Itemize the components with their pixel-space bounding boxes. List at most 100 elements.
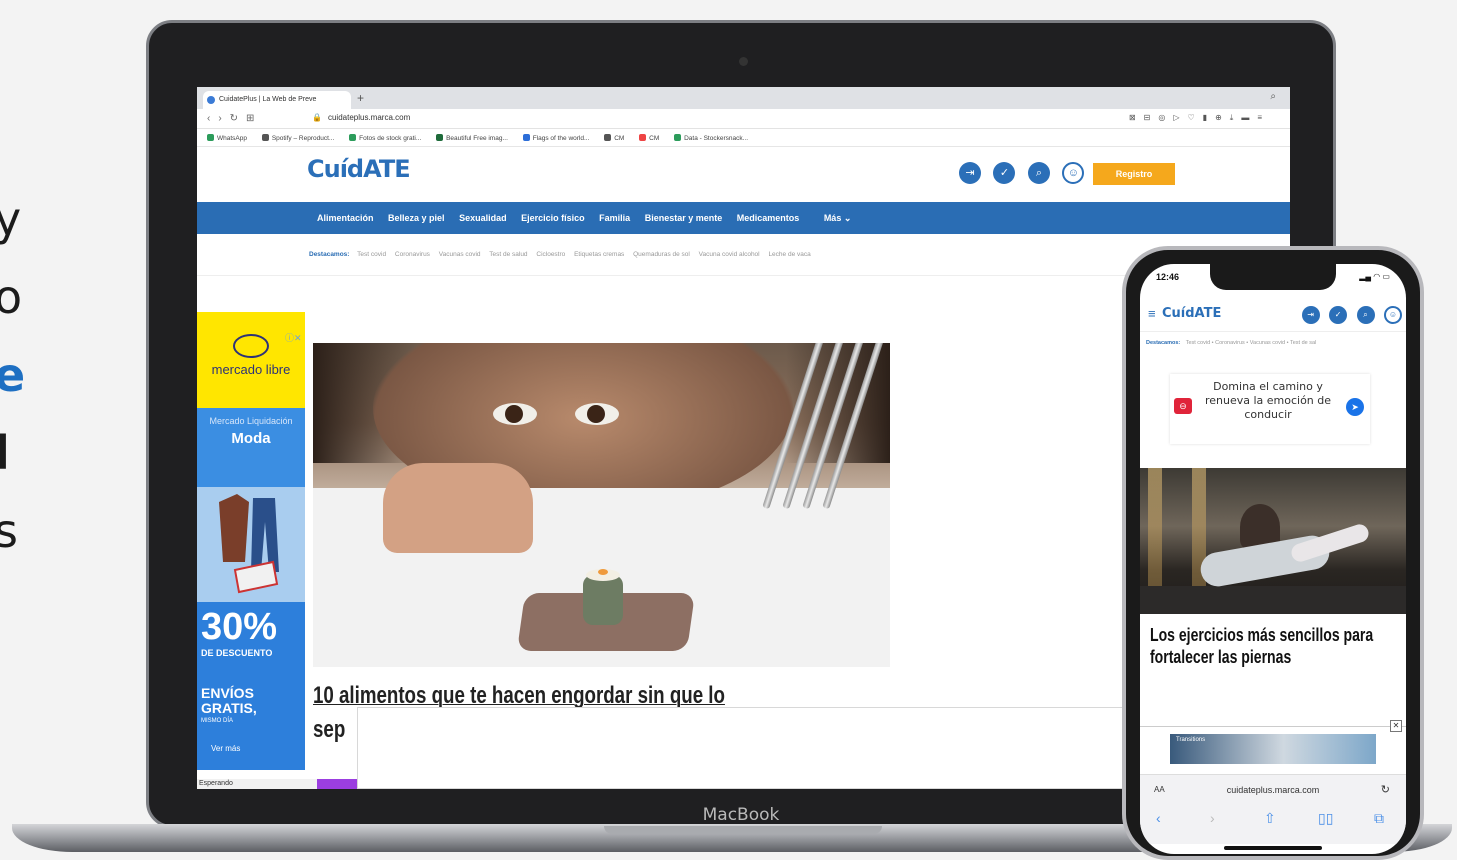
highlights-label: Destacamos:	[309, 251, 350, 258]
nav-item-bienestar[interactable]: Bienestar y mente	[645, 213, 723, 223]
user-icon[interactable]: ☺	[1384, 306, 1402, 324]
phone-banner-ad[interactable]: Transitions	[1170, 734, 1376, 764]
back-icon[interactable]: ‹	[1156, 810, 1161, 826]
browser-address-bar: ‹›↻⊞ 🔒 cuidateplus.marca.com ⊠⊟◎▷♡▮⊕⤓▬≡	[197, 109, 1290, 129]
hero-image[interactable]	[313, 343, 890, 667]
share-icon[interactable]: ⇧	[1264, 810, 1276, 827]
login-icon[interactable]: ⇥	[1301, 306, 1320, 324]
left-text-line-1: y	[0, 192, 22, 246]
tabs-icon[interactable]: ⧉	[1374, 810, 1384, 827]
nav-item-more[interactable]: Más ⌄	[824, 213, 864, 223]
url-text: cuidateplus.marca.com	[327, 113, 411, 122]
check-icon[interactable]: ✓	[993, 162, 1016, 184]
bookmark-whatsapp[interactable]: WhatsApp	[207, 134, 247, 142]
browser-nav-buttons[interactable]: ‹›↻⊞	[207, 113, 262, 124]
bookmark-icon	[436, 134, 444, 141]
phone-url-bar[interactable]: AA cuidateplus.marca.com ↻	[1140, 774, 1406, 804]
search-icon[interactable]: ⌕	[1027, 162, 1050, 184]
hamburger-menu-icon[interactable]: ≡	[1148, 306, 1156, 321]
phone-highlights-links[interactable]: Test covid • Coronavirus • Vacunas covid…	[1186, 340, 1317, 346]
ad-category: Moda	[231, 430, 271, 447]
mockup-stage: y o e l s CuidatePlus | La Web de Preve …	[0, 0, 1457, 860]
highlight-link[interactable]: Coronavirus	[395, 251, 430, 258]
phone-highlights-label: Destacamos:	[1146, 340, 1181, 346]
new-tab-button[interactable]: +	[357, 91, 364, 105]
tab-search-icon[interactable]: ⌕	[1270, 91, 1276, 102]
highlights-bar: Destacamos: Test covid Coronavirus Vacun…	[197, 234, 1290, 276]
bookmarks-icon[interactable]: ▯▯	[1318, 810, 1333, 827]
nav-item-ejercicio[interactable]: Ejercicio físico	[521, 213, 585, 223]
bookmark-spotify[interactable]: Spotify – Reproduct...	[261, 134, 334, 142]
nav-item-alimentacion[interactable]: Alimentación	[317, 213, 374, 223]
forward-icon[interactable]: ›	[1210, 810, 1215, 826]
phone-article-image[interactable]	[1140, 468, 1406, 614]
left-text-line-4: l	[0, 426, 10, 480]
phone-time: 12:46	[1156, 272, 1180, 282]
highlight-link[interactable]: Etiquetas cremas	[574, 251, 624, 258]
highlight-link[interactable]: Leche de vaca	[768, 251, 810, 258]
site-nav-menu: Alimentación Belleza y piel Sexualidad E…	[197, 202, 1290, 234]
highlight-link[interactable]: Vacuna covid alcohol	[699, 251, 760, 258]
check-icon[interactable]: ✓	[1329, 306, 1348, 324]
bookmark-flags[interactable]: Flags of the world...	[522, 134, 589, 142]
phone-ad[interactable]: ⊖ Domina el camino y renueva la emoción …	[1170, 374, 1370, 444]
ad-cta-button[interactable]: Ver más	[211, 744, 240, 753]
highlight-link[interactable]: Test de salud	[489, 251, 527, 258]
ad-close-icon[interactable]: ⓘ✕	[285, 331, 302, 344]
hero-eye-left	[493, 403, 537, 425]
highlight-link[interactable]: Vacunas covid	[439, 251, 481, 258]
tab-title: CuidatePlus | La Web de Preve	[219, 96, 317, 103]
phone-ad-text: Domina el camino y renueva la emoción de…	[1204, 380, 1332, 421]
ad-shipping: ENVÍOS GRATIS,	[201, 685, 257, 716]
left-text-line-3: e	[0, 348, 26, 402]
bookmark-free-images[interactable]: Beautiful Free imag...	[436, 134, 508, 142]
phone-article-title[interactable]: Los ejercicios más sencillos para fortal…	[1150, 624, 1384, 668]
bookmark-data[interactable]: Data - Stockersnack...	[674, 134, 748, 142]
phone-site-logo[interactable]: CuídATE	[1162, 306, 1221, 321]
bookmark-icon	[522, 134, 530, 141]
car-brand-logo-icon: ⊖	[1174, 398, 1192, 414]
hero-fingers	[383, 463, 533, 553]
site-logo[interactable]: CuídATE	[307, 155, 411, 183]
nav-item-sexualidad[interactable]: Sexualidad	[459, 213, 507, 223]
login-icon[interactable]: ⇥	[959, 162, 981, 184]
hero-sushi	[583, 569, 623, 625]
directions-arrow-icon[interactable]: ➤	[1346, 398, 1364, 416]
phone-header-icons: ⇥ ✓ ⌕ ☺	[1297, 304, 1402, 324]
home-indicator[interactable]	[1224, 846, 1322, 850]
bookmark-icon	[639, 134, 647, 141]
phone-url-text[interactable]: cuidateplus.marca.com	[1140, 785, 1406, 795]
bookmark-cm-2[interactable]: CM	[639, 134, 659, 142]
highlight-link[interactable]: Test covid	[357, 251, 386, 258]
photo-mat	[1140, 586, 1406, 614]
bookmark-cm-1[interactable]: CM	[604, 134, 624, 142]
ad-same-day: MISMO DÍA	[201, 718, 234, 724]
purple-strip	[313, 779, 357, 789]
clothing-illustration-icon	[219, 494, 279, 594]
mercado-libre-ad[interactable]: mercado libre Mercado Liquidación Moda 3…	[197, 312, 305, 770]
phone-highlights-bar: Destacamos: Test covid • Coronavirus • V…	[1146, 340, 1316, 346]
reload-icon[interactable]: ↻	[1381, 783, 1390, 796]
bookmark-icon	[349, 134, 357, 141]
browser-tab[interactable]: CuidatePlus | La Web de Preve	[203, 91, 351, 109]
url-field[interactable]: 🔒 cuidateplus.marca.com	[312, 113, 410, 122]
phone-browser-toolbar: ‹ › ⇧ ▯▯ ⧉	[1140, 804, 1406, 844]
nav-item-belleza[interactable]: Belleza y piel	[388, 213, 445, 223]
ad-discount-label: DE DESCUENTO	[201, 648, 273, 658]
close-icon[interactable]: ✕	[1390, 720, 1402, 732]
user-icon[interactable]: ☺	[1062, 162, 1085, 184]
search-icon[interactable]: ⌕	[1356, 306, 1375, 324]
bookmarks-bar: WhatsApp Spotify – Reproduct... Fotos de…	[197, 129, 1290, 147]
highlight-link[interactable]: Quemaduras de sol	[633, 251, 690, 258]
bookmark-stock-photos[interactable]: Fotos de stock grati...	[349, 134, 421, 142]
header-icons: ⇥ ✓ ⌕ ☺	[959, 162, 1092, 184]
nav-item-familia[interactable]: Familia	[599, 213, 630, 223]
extension-icons[interactable]: ⊠⊟◎▷♡▮⊕⤓▬≡	[1129, 113, 1270, 123]
register-button[interactable]: Registro	[1093, 163, 1175, 185]
site-header: CuídATE ⇥ ✓ ⌕ ☺ Registro	[197, 147, 1290, 193]
highlight-link[interactable]: Cicloestro	[536, 251, 565, 258]
banner-text: Transitions	[1176, 737, 1206, 743]
tab-favicon-icon	[207, 96, 215, 104]
nav-item-medicamentos[interactable]: Medicamentos	[737, 213, 800, 223]
phone-notch	[1210, 264, 1336, 290]
